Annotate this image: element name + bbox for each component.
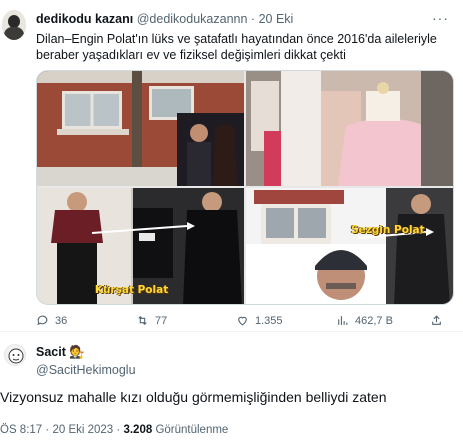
reply-button[interactable]: 36 bbox=[36, 314, 67, 327]
reply-author-handle[interactable]: @SacitHekimoglu bbox=[36, 363, 136, 377]
share-button[interactable] bbox=[430, 314, 443, 327]
reply-count: 36 bbox=[55, 314, 68, 327]
separator: · bbox=[116, 424, 121, 436]
reply-text: Vizyonsuz mahalle kızı olduğu görmemişli… bbox=[0, 389, 387, 405]
separator: · bbox=[250, 12, 256, 26]
heart-icon bbox=[238, 316, 247, 326]
tweet-text: Dilan–Engin Polat'ın lüks ve şatafatlı h… bbox=[36, 32, 437, 62]
reply-time[interactable]: ÖS 8:17 bbox=[0, 424, 42, 436]
caption-kursat: Kürşat Polat bbox=[95, 284, 169, 296]
retweet-button[interactable]: 77 bbox=[136, 314, 167, 327]
view-count: 462,7 B bbox=[355, 314, 393, 327]
share-icon bbox=[432, 315, 441, 325]
like-button[interactable]: 1.355 bbox=[236, 314, 283, 327]
media-photo-sezgin[interactable]: Sezgin Polat bbox=[246, 188, 453, 304]
retweet-icon bbox=[138, 315, 147, 326]
separator: · bbox=[45, 424, 50, 436]
tweet-media-grid[interactable]: Kürşat Polat Sezgin Polat bbox=[36, 70, 454, 305]
face-icon bbox=[8, 348, 24, 364]
reply-icon bbox=[37, 315, 48, 326]
views-chart-icon bbox=[338, 316, 348, 325]
tweet-actions: 36 77 1.355 462,7 B bbox=[36, 314, 454, 330]
tweet[interactable]: dedikodu kazanı @dedikodukazannn · 20 Ek… bbox=[0, 0, 463, 332]
sezgin-image bbox=[246, 188, 453, 304]
judge-emoji-icon: 🧑‍⚖️ bbox=[69, 345, 85, 359]
tweet-time[interactable]: 20 Eki bbox=[259, 12, 294, 26]
media-photo-kursat[interactable]: Kürşat Polat bbox=[37, 188, 244, 304]
reply-meta: ÖS 8:17 · 20 Eki 2023 · 3.208 Görüntülen… bbox=[0, 424, 228, 436]
reply-view-count: 3.208 bbox=[123, 424, 153, 436]
reply-author-avatar[interactable] bbox=[4, 344, 26, 366]
author-name[interactable]: dedikodu kazanı bbox=[36, 12, 133, 26]
media-photo-house-couple[interactable] bbox=[37, 71, 244, 186]
author-avatar[interactable] bbox=[2, 10, 26, 40]
reply-author-name[interactable]: Sacit 🧑‍⚖️ bbox=[36, 345, 85, 360]
more-horizontal-icon[interactable]: ··· bbox=[432, 10, 449, 26]
reply-tweet[interactable]: Sacit 🧑‍⚖️ @SacitHekimoglu Vizyonsuz mah… bbox=[0, 333, 463, 446]
caption-sezgin: Sezgin Polat bbox=[351, 224, 425, 236]
tweet-header: dedikodu kazanı @dedikodukazannn · 20 Ek… bbox=[36, 12, 293, 26]
house-couple-image bbox=[37, 71, 244, 186]
engagement-image bbox=[246, 71, 453, 186]
retweet-count: 77 bbox=[155, 314, 168, 327]
media-photo-engagement[interactable] bbox=[246, 71, 453, 186]
views-button[interactable]: 462,7 B bbox=[336, 314, 393, 327]
reply-author-name-text: Sacit bbox=[36, 345, 66, 359]
author-handle[interactable]: @dedikodukazannn bbox=[137, 12, 248, 26]
like-count: 1.355 bbox=[255, 314, 283, 327]
reply-date[interactable]: 20 Eki 2023 bbox=[52, 424, 113, 436]
reply-views-label: Görüntülenme bbox=[155, 424, 229, 436]
